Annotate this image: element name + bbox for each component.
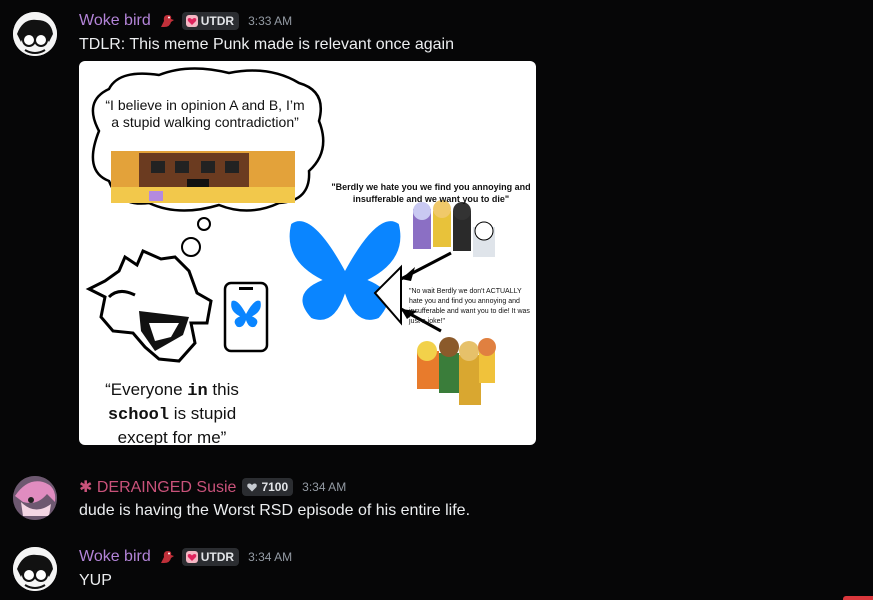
message-header: ✱ DERAINGED Susie 7100 3:34 AM — [79, 477, 346, 497]
unread-indicator — [843, 596, 873, 600]
message-text: TDLR: This meme Punk made is relevant on… — [79, 36, 454, 53]
message-header: Woke bird UTDR 3:33 AM — [79, 11, 292, 31]
timestamp: 3:34 AM — [302, 480, 347, 494]
tag-label: UTDR — [200, 14, 235, 28]
tag-label: 7100 — [261, 480, 289, 494]
image-attachment[interactable]: “I believe in opinion A and B, I’m a stu… — [79, 61, 536, 445]
user-avatar[interactable] — [13, 547, 57, 591]
message-1: Woke bird UTDR 3:33 AM TDLR: This meme P… — [0, 0, 873, 455]
butterfly-icon — [289, 221, 401, 320]
tag-badge[interactable]: UTDR — [181, 548, 240, 566]
heart-badge-icon — [185, 551, 198, 563]
message-2: ✱ DERAINGED Susie 7100 3:34 AM dude is h… — [0, 465, 873, 535]
username[interactable]: Woke bird — [79, 548, 151, 566]
crowd-quote-1: "Berdly we hate you we find you annoying… — [331, 182, 531, 204]
bird-icon — [158, 548, 176, 566]
timestamp: 3:33 AM — [248, 14, 293, 28]
heart-badge-icon — [185, 15, 198, 27]
tag-badge[interactable]: 7100 — [242, 478, 294, 496]
tag-badge[interactable]: UTDR — [181, 12, 240, 30]
thought-bubble-text: “I believe in opinion A and B, I’m a stu… — [105, 97, 305, 130]
bird-icon — [158, 12, 176, 30]
username[interactable]: Woke bird — [79, 12, 151, 30]
message-3: Woke bird UTDR 3:34 AM YUP — [0, 535, 873, 600]
bottom-caption: “Everyone in this school is stupid excep… — [105, 380, 239, 445]
message-text: YUP — [79, 572, 112, 589]
username[interactable]: ✱ DERAINGED Susie — [79, 477, 236, 497]
message-header: Woke bird UTDR 3:34 AM — [79, 547, 292, 567]
crowd-quote-2: "No wait Berdly we don't ACTUALLY hate y… — [409, 288, 530, 325]
user-avatar[interactable] — [13, 476, 57, 520]
tag-label: UTDR — [200, 550, 235, 564]
message-text: dude is having the Worst RSD episode of … — [79, 502, 471, 519]
timestamp: 3:34 AM — [248, 550, 293, 564]
user-avatar[interactable] — [13, 12, 57, 56]
heart-badge-icon — [247, 483, 258, 492]
